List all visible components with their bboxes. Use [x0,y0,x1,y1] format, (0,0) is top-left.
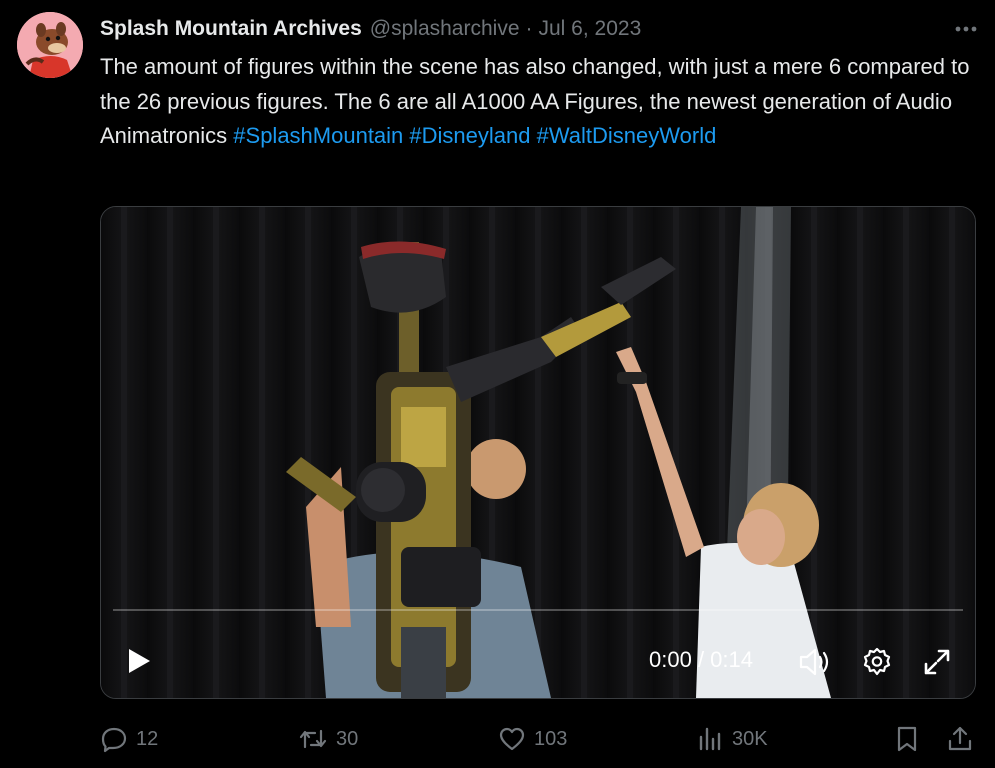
avatar-image [17,12,83,78]
play-button[interactable] [119,641,159,681]
bookmark-icon [897,726,917,752]
video-time-separator: / [691,647,711,672]
reply-button[interactable]: 12 [100,722,158,756]
tweet-date[interactable]: Jul 6, 2023 [539,17,642,41]
header-separator: · [525,17,533,40]
video-time: 0:00 / 0:14 [649,647,753,673]
video-current-time: 0:00 [649,647,692,672]
fullscreen-icon [924,649,950,675]
author-handle[interactable]: @splasharchive [370,17,520,41]
tweet-header: Splash Mountain Archives @splasharchive … [100,14,981,44]
settings-button[interactable] [859,644,895,680]
video-player[interactable]: 0:00 / 0:14 [100,206,976,699]
hashtag-splashmountain[interactable]: #SplashMountain [233,123,409,148]
like-count: 103 [534,727,568,750]
view-count: 30K [732,727,768,750]
fullscreen-button[interactable] [919,644,955,680]
repost-count: 30 [336,727,359,750]
play-icon [129,649,150,673]
reply-icon [101,727,127,753]
tweet-text: The amount of figures within the scene h… [100,50,970,154]
repost-button[interactable]: 30 [298,722,358,756]
share-icon [948,726,972,751]
tweet-actions: 12 30 103 30K [100,722,980,756]
volume-button[interactable] [797,644,833,680]
video-progress-bar[interactable] [113,609,963,611]
heart-icon [499,727,525,751]
share-button[interactable] [946,722,982,756]
volume-icon [799,648,829,676]
gear-icon [863,647,891,676]
repost-icon [299,729,327,749]
video-duration: 0:14 [710,647,753,672]
more-icon [955,26,977,32]
video-frame [101,207,975,698]
avatar[interactable] [17,12,83,78]
more-button[interactable] [951,14,981,44]
author-name[interactable]: Splash Mountain Archives [100,17,362,41]
like-button[interactable]: 103 [498,722,567,756]
reply-count: 12 [136,727,159,750]
hashtag-disneyland[interactable]: #Disneyland [409,123,536,148]
hashtag-waltdisneyworld[interactable]: #WaltDisneyWorld [537,123,717,148]
views-button[interactable]: 30K [696,722,768,756]
views-icon [699,727,721,751]
bookmark-button[interactable] [894,722,928,756]
